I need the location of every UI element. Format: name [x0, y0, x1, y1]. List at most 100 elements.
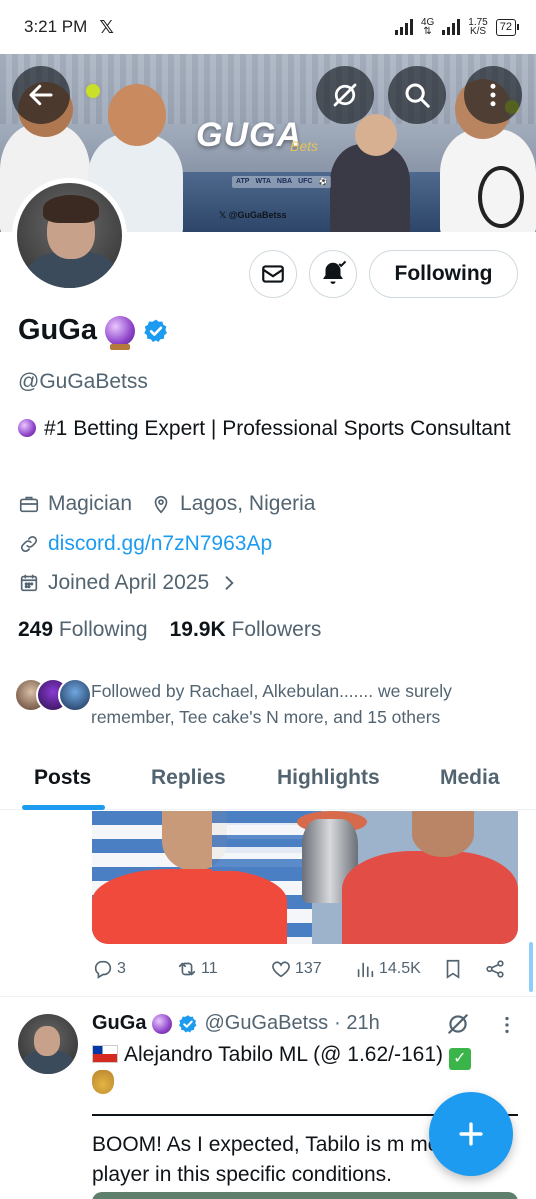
- tab-posts[interactable]: Posts: [34, 766, 91, 790]
- share-action[interactable]: [484, 958, 506, 980]
- notifications-button[interactable]: [309, 250, 357, 298]
- reply-action[interactable]: 3: [92, 958, 126, 980]
- more-button[interactable]: [464, 66, 522, 124]
- back-button[interactable]: [12, 66, 70, 124]
- grok-button[interactable]: [316, 66, 374, 124]
- profession-text: Magician: [48, 492, 133, 515]
- chile-flag-icon: [92, 1045, 118, 1063]
- bookmark-action[interactable]: [442, 958, 464, 980]
- message-button[interactable]: [249, 250, 297, 298]
- location-pin-icon: [154, 495, 168, 514]
- status-time: 3:21 PM: [24, 17, 88, 36]
- post-header: GuGa @GuGaBetss · 21h: [92, 1012, 380, 1035]
- repost-action[interactable]: 11: [176, 958, 218, 980]
- verified-badge-icon[interactable]: [143, 318, 169, 344]
- tour-logo: NBA: [276, 178, 293, 185]
- network-indicator: 4G ⇅: [420, 17, 435, 37]
- tab-highlights[interactable]: Highlights: [277, 766, 380, 790]
- post-author-handle: @GuGaBetss: [204, 1012, 329, 1034]
- data-speed: 1.75 K/S: [468, 17, 488, 37]
- following-button[interactable]: Following: [369, 250, 518, 298]
- followers-stat[interactable]: 19.9K Followers: [170, 618, 322, 642]
- briefcase-icon: [19, 496, 39, 513]
- tour-logo: ⚽: [318, 179, 328, 186]
- more-vertical-icon: [490, 83, 496, 107]
- reply-icon: [94, 960, 112, 979]
- profile-link-row[interactable]: discord.gg/n7zN7963Ap: [18, 532, 272, 556]
- following-stat[interactable]: 249 Following: [18, 618, 148, 642]
- x-logo-icon: 𝕏: [99, 16, 114, 37]
- compose-post-button[interactable]: [429, 1092, 513, 1176]
- profile-bio: #1 Betting Expert | Professional Sports …: [18, 414, 518, 444]
- signal-icon-2: [442, 19, 461, 35]
- verified-badge-icon: [179, 1014, 197, 1032]
- calendar-icon: [20, 574, 38, 592]
- post-pick-text: Alejandro Tabilo ML (@ 1.62/-161): [124, 1043, 443, 1066]
- views-chart-icon: [357, 962, 374, 978]
- followed-by-text[interactable]: Followed by Rachael, Alkebulan....... we…: [91, 678, 521, 730]
- repost-icon: [178, 962, 196, 976]
- player-head: [412, 811, 474, 857]
- follow-stats: 249 Following 19.9K Followers: [18, 618, 321, 642]
- post-media-image[interactable]: [92, 811, 518, 944]
- display-name-row: GuGa: [18, 314, 169, 350]
- check-mark-icon: ✓: [448, 1048, 471, 1070]
- tennis-ball: [86, 84, 100, 98]
- tab-replies[interactable]: Replies: [151, 766, 226, 790]
- location-text: Lagos, Nigeria: [180, 492, 316, 515]
- crystal-ball-icon: [18, 419, 36, 437]
- share-icon: [486, 960, 504, 978]
- banner-player-head: [355, 114, 397, 156]
- tour-logo: ATP: [236, 178, 250, 185]
- crystal-ball-icon: [152, 1013, 173, 1034]
- post-text-line1: Alejandro Tabilo ML (@ 1.62/-161) ✓: [92, 1040, 512, 1100]
- post-time: · 21h: [334, 1012, 380, 1034]
- post-divider: [0, 996, 536, 997]
- profile-link[interactable]: discord.gg/n7zN7963Ap: [48, 532, 272, 556]
- bell-check-icon: [323, 260, 347, 284]
- mini-avatar: [58, 678, 92, 712]
- banner-logo: GUGA: [196, 116, 302, 154]
- post-author-name[interactable]: GuGa: [92, 1012, 146, 1035]
- signal-icon: [394, 19, 413, 35]
- tennis-racket: [478, 166, 524, 228]
- arrow-left-icon: [29, 84, 53, 106]
- joined-row[interactable]: Joined April 2025: [18, 571, 239, 595]
- mail-icon: [262, 265, 284, 283]
- post-media-image[interactable]: [92, 1192, 518, 1199]
- search-icon: [405, 83, 430, 108]
- banner-logo-script: Bets: [290, 138, 319, 154]
- plus-icon: [459, 1122, 483, 1146]
- tab-media[interactable]: Media: [440, 766, 500, 790]
- display-name: GuGa: [18, 314, 97, 346]
- search-button[interactable]: [388, 66, 446, 124]
- like-action[interactable]: 137: [270, 958, 322, 980]
- status-bar: 3:21 PM 𝕏 4G ⇅ 1.75 K/S 72: [0, 0, 536, 54]
- link-icon: [20, 535, 38, 553]
- views-action[interactable]: 14.5K: [354, 958, 421, 980]
- banner-player-head: [108, 84, 166, 146]
- profile-avatar[interactable]: [12, 178, 127, 293]
- scrollbar[interactable]: [529, 942, 533, 992]
- banner-tour-logos: ATP WTA NBA UFC ⚽: [232, 176, 332, 188]
- followed-by-avatars[interactable]: [14, 678, 92, 712]
- battery-icon: 72: [495, 18, 520, 36]
- grok-icon[interactable]: [445, 1011, 471, 1037]
- money-bag-icon: [92, 1070, 114, 1094]
- avatar-face: [34, 1026, 60, 1056]
- grok-icon: [333, 83, 357, 107]
- tour-logo: WTA: [255, 178, 271, 185]
- chevron-right-icon: [225, 576, 234, 590]
- profile-tabs: Posts Replies Highlights Media: [0, 748, 536, 810]
- post-more-icon[interactable]: [496, 1014, 518, 1036]
- status-indicators: 4G ⇅ 1.75 K/S 72: [394, 17, 520, 37]
- post-author-avatar[interactable]: [18, 1014, 78, 1074]
- bookmark-icon: [446, 959, 460, 979]
- active-tab-indicator: [22, 805, 105, 810]
- joined-text: Joined April 2025: [48, 571, 210, 594]
- crystal-ball-icon: [104, 315, 135, 350]
- profile-meta-row: Magician Lagos, Nigeria: [18, 492, 315, 516]
- heart-icon: [272, 961, 290, 978]
- avatar-hair: [43, 195, 99, 223]
- player-shirt: [342, 851, 518, 944]
